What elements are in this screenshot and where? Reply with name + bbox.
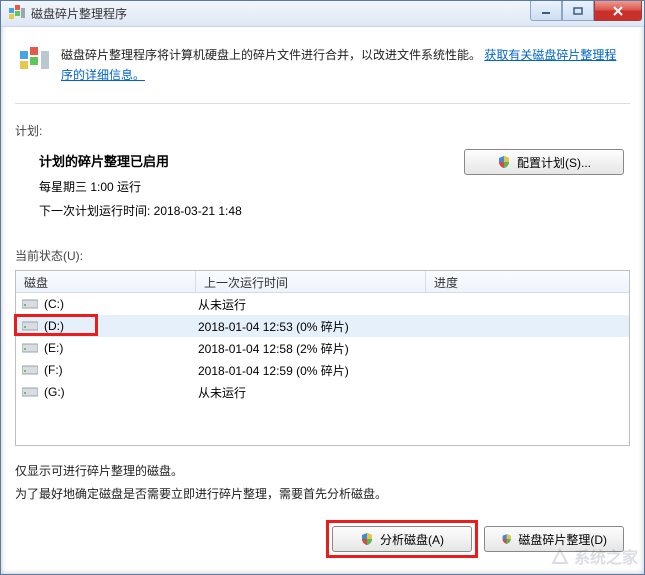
- shield-icon: [501, 532, 512, 546]
- footnote-line2: 为了最好地确定磁盘是否需要立即进行碎片整理，需要首先分析磁盘。: [15, 483, 630, 506]
- drive-label: (G:): [44, 385, 65, 399]
- cell-last-run: 从未运行: [196, 296, 426, 313]
- cell-last-run: 2018-01-04 12:53 (0% 碎片): [196, 318, 426, 335]
- drive-label: (C:): [44, 297, 64, 311]
- titlebar: 磁盘碎片整理程序: [1, 1, 644, 27]
- intro-text: 磁盘碎片整理程序将计算机硬盘上的碎片文件进行合并，以改进文件系统性能。 获取有关…: [61, 45, 626, 86]
- plan-next-run-line: 下一次计划运行时间: 2018-03-21 1:48: [39, 199, 242, 223]
- drive-label: (E:): [44, 341, 63, 355]
- cell-disk: (E:): [16, 341, 196, 355]
- drive-icon: [22, 342, 38, 354]
- cell-disk: (G:): [16, 385, 196, 399]
- header-progress[interactable]: 进度: [426, 271, 629, 292]
- plan-schedule-line: 每星期三 1:00 运行: [39, 175, 242, 199]
- header-last-run[interactable]: 上一次运行时间: [196, 271, 426, 292]
- schedule-section-label: 计划:: [15, 104, 630, 139]
- maximize-button[interactable]: [562, 1, 594, 21]
- configure-schedule-button[interactable]: 配置计划(S)...: [464, 149, 624, 175]
- configure-button-label: 配置计划(S)...: [517, 154, 591, 171]
- table-row[interactable]: (F:) 2018-01-04 12:59 (0% 碎片): [16, 359, 629, 381]
- defragmenter-window: 磁盘碎片整理程序 磁盘碎片整理程序将计算机硬盘上的碎片文件进行: [0, 0, 645, 575]
- intro-block: 磁盘碎片整理程序将计算机硬盘上的碎片文件进行合并，以改进文件系统性能。 获取有关…: [15, 37, 630, 105]
- footnote-line1: 仅显示可进行碎片整理的磁盘。: [15, 460, 630, 483]
- action-row: 分析磁盘(A) 磁盘碎片整理(D): [15, 506, 630, 560]
- defragmenter-large-icon: [19, 45, 51, 77]
- table-header: 磁盘 上一次运行时间 进度: [16, 271, 629, 293]
- shield-icon: [497, 155, 511, 169]
- intro-text-static: 磁盘碎片整理程序将计算机硬盘上的碎片文件进行合并，以改进文件系统性能。: [61, 48, 481, 62]
- footnote-block: 仅显示可进行碎片整理的磁盘。 为了最好地确定磁盘是否需要立即进行碎片整理，需要首…: [15, 446, 630, 506]
- table-body: (C:) 从未运行 (D:) 2018-01-04 12:53 (0% 碎片) (E:)…: [16, 293, 629, 403]
- window-title: 磁盘碎片整理程序: [31, 5, 127, 22]
- cell-disk: (C:): [16, 297, 196, 311]
- plan-title: 计划的碎片整理已启用: [39, 149, 242, 175]
- defragmenter-icon: [9, 5, 25, 21]
- cell-last-run: 2018-01-04 12:58 (2% 碎片): [196, 340, 426, 357]
- cell-last-run: 2018-01-04 12:59 (0% 碎片): [196, 362, 426, 379]
- header-disk[interactable]: 磁盘: [16, 271, 196, 292]
- cell-disk: (F:): [16, 363, 196, 377]
- drive-icon: [22, 320, 38, 332]
- plan-lines: 计划的碎片整理已启用 每星期三 1:00 运行 下一次计划运行时间: 2018-…: [39, 149, 242, 223]
- drive-icon: [22, 386, 38, 398]
- defrag-button-label: 磁盘碎片整理(D): [518, 531, 607, 548]
- drive-icon: [22, 298, 38, 310]
- analyze-disk-button[interactable]: 分析磁盘(A): [332, 526, 472, 552]
- plan-block: 计划的碎片整理已启用 每星期三 1:00 运行 下一次计划运行时间: 2018-…: [15, 139, 630, 245]
- window-controls: [530, 1, 642, 21]
- table-row[interactable]: (D:) 2018-01-04 12:53 (0% 碎片): [16, 315, 629, 337]
- shield-icon: [360, 532, 374, 546]
- status-section-label: 当前状态(U):: [15, 245, 630, 270]
- table-row[interactable]: (G:) 从未运行: [16, 381, 629, 403]
- cell-disk: (D:): [16, 319, 196, 333]
- drive-icon: [22, 364, 38, 376]
- table-row[interactable]: (E:) 2018-01-04 12:58 (2% 碎片): [16, 337, 629, 359]
- cell-last-run: 从未运行: [196, 384, 426, 401]
- defragment-disk-button[interactable]: 磁盘碎片整理(D): [484, 526, 624, 552]
- minimize-button[interactable]: [530, 1, 562, 21]
- analyze-button-label: 分析磁盘(A): [380, 531, 444, 548]
- close-button[interactable]: [594, 1, 642, 21]
- drive-label: (D:): [44, 319, 64, 333]
- disk-table: 磁盘 上一次运行时间 进度 (C:) 从未运行 (D:) 2018-01-04 12:…: [15, 270, 630, 446]
- client-area: 磁盘碎片整理程序将计算机硬盘上的碎片文件进行合并，以改进文件系统性能。 获取有关…: [1, 27, 644, 574]
- table-row[interactable]: (C:) 从未运行: [16, 293, 629, 315]
- drive-label: (F:): [44, 363, 63, 377]
